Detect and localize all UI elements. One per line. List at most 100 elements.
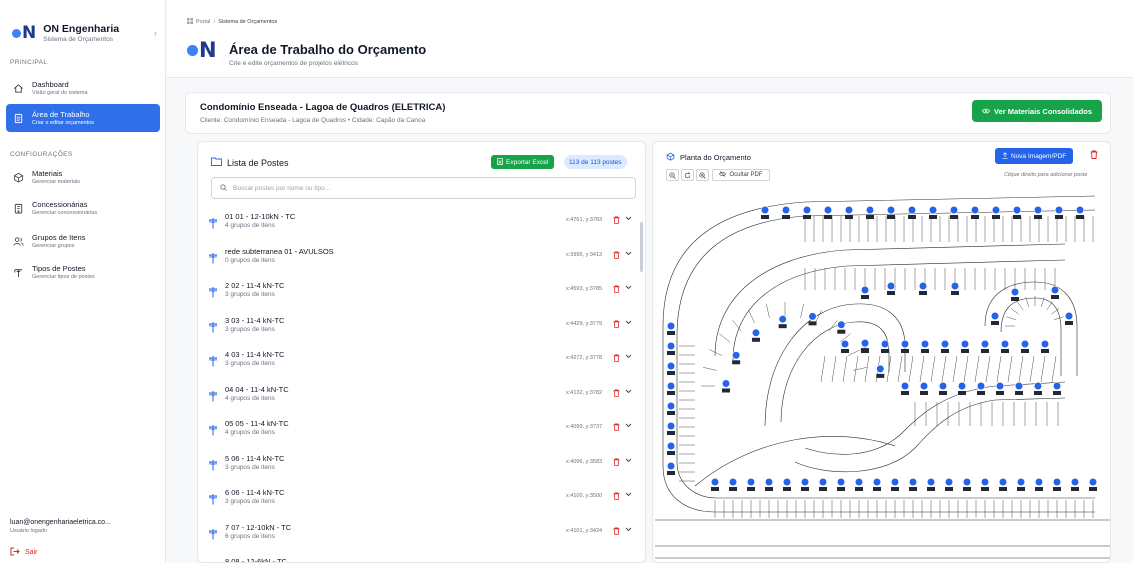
poste-marker[interactable] [1014, 381, 1024, 395]
trash-icon[interactable] [613, 458, 620, 468]
poste-row[interactable]: 6 06 - 11-4 kN-TC 3 grupos de itens x:4100… [198, 484, 638, 514]
poste-marker[interactable] [907, 205, 917, 219]
poste-marker[interactable] [980, 477, 990, 491]
poste-row[interactable]: 5 06 - 11-4 kN-TC 3 grupos de itens x:4096… [198, 450, 638, 480]
poste-marker[interactable] [960, 339, 970, 353]
chevron-down-icon[interactable] [625, 354, 632, 361]
export-excel-button[interactable]: Exportar Excel [491, 155, 555, 169]
sidebar-item-area-trabalho[interactable]: Área de Trabalho Criar e editar orçament… [6, 104, 160, 132]
zoom-in-icon[interactable] [696, 169, 709, 181]
poste-row[interactable]: 05 05 - 11-4 kN-TC 4 grupos de itens x:409… [198, 415, 638, 445]
chevron-down-icon[interactable] [625, 492, 632, 499]
poste-row[interactable]: 8 08 - 12-6kN - TC [198, 553, 638, 562]
poste-marker[interactable] [920, 339, 930, 353]
poste-marker[interactable] [876, 364, 885, 378]
chevron-down-icon[interactable] [625, 251, 632, 258]
breadcrumb-portal[interactable]: Portal [196, 19, 210, 25]
poste-marker[interactable] [950, 281, 960, 295]
poste-marker[interactable] [940, 339, 950, 353]
poste-marker[interactable] [1050, 285, 1060, 299]
poste-marker[interactable] [900, 381, 910, 395]
poste-marker[interactable] [865, 205, 875, 219]
consolidated-materials-button[interactable]: Ver Materiais Consolidados [972, 100, 1102, 122]
new-image-pdf-button[interactable]: Nova Imagem/PDF [995, 148, 1074, 164]
poste-marker[interactable] [732, 351, 741, 365]
poste-marker[interactable] [666, 441, 676, 455]
poste-marker[interactable] [1012, 205, 1022, 219]
sidebar-item-grupos[interactable]: Grupos de Itens Gerenciar grupos [6, 227, 160, 255]
poste-row[interactable]: 7 07 - 12-10kN - TC 6 grupos de itens x:41… [198, 519, 638, 549]
trash-icon[interactable] [1090, 150, 1098, 161]
poste-marker[interactable] [860, 338, 870, 353]
poste-marker[interactable] [998, 477, 1008, 491]
poste-marker[interactable] [844, 205, 854, 219]
poste-marker[interactable] [721, 379, 731, 393]
poste-marker[interactable] [666, 321, 676, 335]
rotate-icon[interactable] [681, 169, 694, 181]
sidebar-item-dashboard[interactable]: Dashboard Visão geral do sistema [6, 74, 160, 102]
poste-marker[interactable] [1016, 477, 1026, 491]
poste-row[interactable]: 4 03 - 11-4 kN-TC 3 grupos de itens x:4272… [198, 346, 638, 376]
poste-marker[interactable] [880, 339, 890, 353]
poste-marker[interactable] [854, 477, 864, 491]
poste-marker[interactable] [666, 341, 676, 355]
poste-marker[interactable] [918, 281, 928, 295]
trash-icon[interactable] [613, 527, 620, 537]
trash-icon[interactable] [613, 320, 620, 330]
poste-marker[interactable] [890, 477, 900, 491]
poste-marker[interactable] [778, 315, 787, 329]
sidebar-item-tipos-postes[interactable]: Tipos de Postes Gerenciar tipos de poste… [6, 258, 160, 286]
poste-marker[interactable] [1033, 381, 1043, 395]
poste-marker[interactable] [666, 461, 676, 475]
poste-marker[interactable] [1040, 339, 1050, 353]
poste-row[interactable]: 01 01 - 12-10kN - TC 4 grupos de itens x:4… [198, 208, 638, 238]
poste-marker[interactable] [837, 320, 846, 334]
poste-marker[interactable] [860, 285, 870, 299]
planta-canvas[interactable] [655, 186, 1110, 563]
trash-icon[interactable] [613, 216, 620, 226]
poste-marker[interactable] [1010, 287, 1020, 301]
poste-marker[interactable] [957, 381, 967, 395]
poste-row[interactable]: rede subterranea 01 - AVULSOS 0 grupos de… [198, 243, 638, 273]
chevron-down-icon[interactable] [625, 527, 632, 534]
poste-marker[interactable] [886, 281, 896, 295]
poste-marker[interactable] [991, 205, 1001, 219]
chevron-down-icon[interactable] [625, 389, 632, 396]
poste-marker[interactable] [666, 381, 676, 395]
trash-icon[interactable] [613, 389, 620, 399]
poste-marker[interactable] [980, 339, 990, 353]
poste-marker[interactable] [751, 328, 761, 342]
poste-marker[interactable] [1088, 477, 1098, 491]
poste-marker[interactable] [800, 477, 810, 491]
poste-marker[interactable] [1033, 205, 1043, 219]
poste-row[interactable]: 04 04 - 11-4 kN-TC 4 grupos de itens x:413… [198, 381, 638, 411]
scrollbar-thumb[interactable] [640, 222, 643, 272]
poste-marker[interactable] [938, 381, 948, 395]
chevron-down-icon[interactable] [625, 320, 632, 327]
poste-marker[interactable] [1052, 477, 1062, 491]
poste-marker[interactable] [872, 477, 882, 491]
poste-marker[interactable] [976, 381, 986, 395]
trash-icon[interactable] [613, 492, 620, 502]
logout-button[interactable]: Sair [10, 547, 37, 558]
poste-marker[interactable] [710, 477, 720, 491]
poste-marker[interactable] [949, 205, 959, 219]
poste-marker[interactable] [908, 477, 918, 491]
poste-marker[interactable] [760, 205, 770, 219]
zoom-out-icon[interactable] [666, 169, 679, 181]
trash-icon[interactable] [613, 354, 620, 364]
poste-marker[interactable] [666, 421, 676, 435]
trash-icon[interactable] [613, 285, 620, 295]
trash-icon[interactable] [613, 423, 620, 433]
poste-marker[interactable] [886, 205, 896, 219]
poste-marker[interactable] [1000, 339, 1010, 353]
poste-marker[interactable] [1070, 477, 1080, 491]
sidebar-item-concessionarias[interactable]: Concessionárias Gerenciar concessionária… [6, 194, 160, 222]
poste-marker[interactable] [782, 477, 792, 491]
poste-marker[interactable] [995, 381, 1005, 395]
poste-marker[interactable] [808, 312, 817, 326]
poste-marker[interactable] [840, 339, 850, 353]
poste-marker[interactable] [926, 477, 936, 491]
chevron-down-icon[interactable] [625, 285, 632, 292]
postes-search[interactable] [211, 177, 636, 199]
